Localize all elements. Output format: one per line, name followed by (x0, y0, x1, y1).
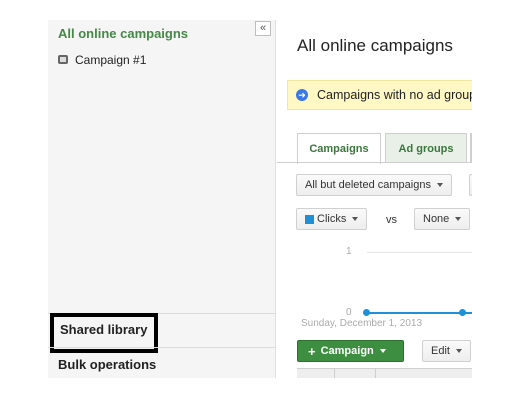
chart-gridline (367, 252, 472, 253)
campaign-search-icon (58, 55, 69, 65)
metric2-dropdown[interactable]: None (414, 208, 471, 230)
tab-campaigns[interactable]: Campaigns (297, 133, 381, 164)
sidebar-title-all-online-campaigns[interactable]: All online campaigns (58, 26, 188, 41)
chart-date-label: Sunday, December 1, 2013 (301, 318, 423, 329)
caret-down-icon (455, 217, 462, 221)
caret-down-icon (379, 349, 386, 353)
double-chevron-left-icon: « (259, 22, 267, 34)
main-content: All online campaigns ➜ Campaigns with no… (277, 20, 472, 378)
chart-series-line (366, 312, 472, 314)
edit-label: Edit (431, 345, 450, 357)
filter-label: All but deleted campaigns (305, 179, 431, 191)
sidebar: « All online campaigns Campaign #1 Share… (48, 20, 276, 378)
caret-down-icon (455, 349, 462, 353)
page-title: All online campaigns (297, 36, 453, 55)
banner-text: Campaigns with no ad groups (317, 88, 472, 102)
chart-point (363, 309, 370, 316)
sidebar-item-label: Campaign #1 (75, 53, 147, 67)
metric2-label: None (423, 213, 450, 225)
metric1-label: Clicks (317, 213, 347, 225)
metric1-dropdown[interactable]: Clicks (296, 208, 368, 230)
collapse-sidebar-button[interactable]: « (255, 21, 271, 36)
toolbar-next-button-edge[interactable] (469, 174, 472, 196)
info-banner[interactable]: ➜ Campaigns with no ad groups (287, 80, 472, 110)
chart-point (459, 309, 466, 316)
add-campaign-label: Campaign (320, 345, 374, 357)
add-campaign-button[interactable]: + Campaign (297, 340, 404, 362)
y-tick-0: 0 (346, 307, 352, 318)
sidebar-item-campaign[interactable]: Campaign #1 (58, 53, 146, 67)
tab-ad-groups[interactable]: Ad groups (385, 133, 467, 163)
sidebar-item-bulk-operations[interactable]: Bulk operations (58, 357, 156, 372)
plus-icon: + (308, 343, 316, 359)
y-tick-1: 1 (346, 246, 352, 257)
sidebar-divider (48, 347, 276, 348)
table-header (297, 368, 472, 378)
tab-next-edge (470, 133, 472, 163)
arrow-right-info-icon: ➜ (296, 89, 308, 101)
caret-down-icon (352, 217, 359, 221)
caret-down-icon (436, 183, 443, 187)
edit-dropdown[interactable]: Edit (422, 340, 471, 362)
clicks-color-swatch (305, 214, 314, 224)
vs-label: vs (386, 214, 397, 226)
campaign-filter-dropdown[interactable]: All but deleted campaigns (296, 174, 452, 196)
tabs-underline (277, 162, 472, 163)
adwords-window: « All online campaigns Campaign #1 Share… (48, 20, 472, 378)
